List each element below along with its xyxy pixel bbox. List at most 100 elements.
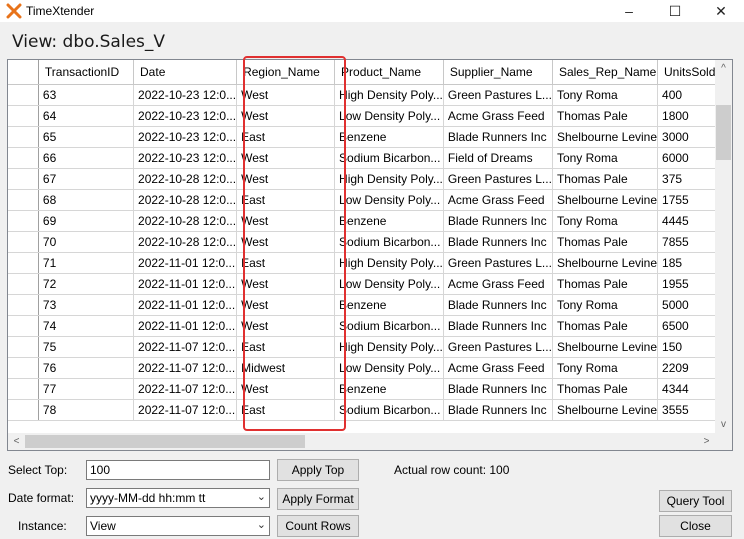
row-selector[interactable] bbox=[8, 105, 39, 127]
table-row[interactable]: 77 2022-11-07 12:0... West Benzene Blade Run… bbox=[8, 378, 732, 400]
cell-supplier-name[interactable]: Green Pastures L... bbox=[443, 336, 553, 358]
cell-transactionid[interactable]: 78 bbox=[38, 399, 135, 421]
cell-region-name[interactable]: West bbox=[236, 168, 336, 190]
cell-sales-rep-name[interactable]: Tony Roma bbox=[552, 147, 659, 169]
cell-date[interactable]: 2022-11-01 12:0... bbox=[133, 294, 238, 316]
scroll-up-icon[interactable]: ^ bbox=[715, 60, 732, 77]
chevron-down-icon[interactable]: ⌄ bbox=[257, 490, 266, 503]
cell-transactionid[interactable]: 66 bbox=[38, 147, 135, 169]
table-row[interactable]: 67 2022-10-28 12:0... West High Density Pol… bbox=[8, 168, 732, 190]
cell-product-name[interactable]: High Density Poly... bbox=[334, 252, 444, 274]
cell-date[interactable]: 2022-10-28 12:0... bbox=[133, 168, 238, 190]
grid-table[interactable]: TransactionID Date Region_Name Product_Name… bbox=[8, 60, 732, 421]
cell-date[interactable]: 2022-10-23 12:0... bbox=[133, 84, 238, 106]
cell-region-name[interactable]: Midwest bbox=[236, 357, 336, 379]
cell-product-name[interactable]: High Density Poly... bbox=[334, 168, 444, 190]
table-row[interactable]: 63 2022-10-23 12:0... West High Density Pol… bbox=[8, 84, 732, 106]
cell-product-name[interactable]: Low Density Poly... bbox=[334, 105, 444, 127]
table-row[interactable]: 74 2022-11-01 12:0... West Sodium Bicarbon.… bbox=[8, 315, 732, 337]
cell-supplier-name[interactable]: Blade Runners Inc bbox=[443, 126, 553, 148]
table-row[interactable]: 70 2022-10-28 12:0... West Sodium Bicarbon.… bbox=[8, 231, 732, 253]
cell-transactionid[interactable]: 65 bbox=[38, 126, 135, 148]
maximize-button[interactable]: ☐ bbox=[652, 0, 698, 22]
cell-supplier-name[interactable]: Green Pastures L... bbox=[443, 252, 553, 274]
close-button[interactable]: Close bbox=[659, 515, 732, 537]
cell-transactionid[interactable]: 75 bbox=[38, 336, 135, 358]
cell-sales-rep-name[interactable]: Shelbourne Levine bbox=[552, 336, 659, 358]
cell-date[interactable]: 2022-10-23 12:0... bbox=[133, 147, 238, 169]
row-selector[interactable] bbox=[8, 336, 39, 358]
query-tool-button[interactable]: Query Tool bbox=[659, 490, 732, 512]
cell-region-name[interactable]: East bbox=[236, 399, 336, 421]
scroll-right-icon[interactable]: > bbox=[698, 433, 715, 450]
cell-product-name[interactable]: Benzene bbox=[334, 126, 444, 148]
date-format-select[interactable]: yyyy-MM-dd hh:mm tt ⌄ bbox=[86, 488, 270, 508]
cell-sales-rep-name[interactable]: Thomas Pale bbox=[552, 168, 659, 190]
row-selector[interactable] bbox=[8, 231, 39, 253]
cell-supplier-name[interactable]: Field of Dreams bbox=[443, 147, 553, 169]
horizontal-scroll-thumb[interactable] bbox=[25, 435, 305, 448]
cell-sales-rep-name[interactable]: Thomas Pale bbox=[552, 231, 659, 253]
cell-date[interactable]: 2022-11-07 12:0... bbox=[133, 336, 238, 358]
cell-sales-rep-name[interactable]: Tony Roma bbox=[552, 357, 659, 379]
cell-supplier-name[interactable]: Green Pastures L... bbox=[443, 168, 553, 190]
cell-sales-rep-name[interactable]: Thomas Pale bbox=[552, 273, 659, 295]
cell-supplier-name[interactable]: Blade Runners Inc bbox=[443, 294, 553, 316]
cell-region-name[interactable]: East bbox=[236, 189, 336, 211]
cell-date[interactable]: 2022-10-28 12:0... bbox=[133, 231, 238, 253]
cell-supplier-name[interactable]: Blade Runners Inc bbox=[443, 231, 553, 253]
count-rows-button[interactable]: Count Rows bbox=[277, 515, 359, 537]
cell-supplier-name[interactable]: Acme Grass Feed bbox=[443, 105, 553, 127]
table-row[interactable]: 76 2022-11-07 12:0... Midwest Low Density P… bbox=[8, 357, 732, 379]
scroll-down-icon[interactable]: v bbox=[715, 416, 732, 433]
vertical-scroll-thumb[interactable] bbox=[716, 105, 731, 160]
cell-region-name[interactable]: West bbox=[236, 210, 336, 232]
column-header-transactionid[interactable]: TransactionID bbox=[38, 60, 135, 85]
table-row[interactable]: 69 2022-10-28 12:0... West Benzene Blade Run… bbox=[8, 210, 732, 232]
table-row[interactable]: 68 2022-10-28 12:0... East Low Density Poly… bbox=[8, 189, 732, 211]
cell-region-name[interactable]: West bbox=[236, 147, 336, 169]
data-grid[interactable]: TransactionID Date Region_Name Product_Name… bbox=[7, 59, 733, 451]
cell-supplier-name[interactable]: Blade Runners Inc bbox=[443, 378, 553, 400]
cell-transactionid[interactable]: 68 bbox=[38, 189, 135, 211]
row-selector[interactable] bbox=[8, 168, 39, 190]
cell-product-name[interactable]: High Density Poly... bbox=[334, 84, 444, 106]
cell-sales-rep-name[interactable]: Thomas Pale bbox=[552, 378, 659, 400]
cell-sales-rep-name[interactable]: Thomas Pale bbox=[552, 315, 659, 337]
row-selector[interactable] bbox=[8, 252, 39, 274]
cell-supplier-name[interactable]: Acme Grass Feed bbox=[443, 273, 553, 295]
cell-supplier-name[interactable]: Green Pastures L... bbox=[443, 84, 553, 106]
cell-region-name[interactable]: West bbox=[236, 231, 336, 253]
row-selector[interactable] bbox=[8, 315, 39, 337]
table-row[interactable]: 73 2022-11-01 12:0... West Benzene Blade Run… bbox=[8, 294, 732, 316]
select-top-input[interactable]: 100 bbox=[86, 460, 270, 480]
cell-sales-rep-name[interactable]: Tony Roma bbox=[552, 294, 659, 316]
cell-date[interactable]: 2022-11-07 12:0... bbox=[133, 378, 238, 400]
cell-supplier-name[interactable]: Blade Runners Inc bbox=[443, 210, 553, 232]
cell-region-name[interactable]: West bbox=[236, 294, 336, 316]
instance-select[interactable]: View ⌄ bbox=[86, 516, 270, 536]
cell-sales-rep-name[interactable]: Shelbourne Levine bbox=[552, 189, 659, 211]
cell-date[interactable]: 2022-11-01 12:0... bbox=[133, 273, 238, 295]
table-row[interactable]: 72 2022-11-01 12:0... West Low Density Poly… bbox=[8, 273, 732, 295]
cell-sales-rep-name[interactable]: Shelbourne Levine bbox=[552, 126, 659, 148]
cell-transactionid[interactable]: 64 bbox=[38, 105, 135, 127]
minimize-button[interactable]: – bbox=[606, 0, 652, 22]
cell-region-name[interactable]: West bbox=[236, 273, 336, 295]
cell-supplier-name[interactable]: Acme Grass Feed bbox=[443, 189, 553, 211]
cell-region-name[interactable]: West bbox=[236, 105, 336, 127]
cell-supplier-name[interactable]: Acme Grass Feed bbox=[443, 357, 553, 379]
cell-product-name[interactable]: Low Density Poly... bbox=[334, 189, 444, 211]
cell-date[interactable]: 2022-11-07 12:0... bbox=[133, 399, 238, 421]
row-selector[interactable] bbox=[8, 126, 39, 148]
cell-transactionid[interactable]: 72 bbox=[38, 273, 135, 295]
cell-transactionid[interactable]: 74 bbox=[38, 315, 135, 337]
row-selector[interactable] bbox=[8, 84, 39, 106]
cell-transactionid[interactable]: 67 bbox=[38, 168, 135, 190]
row-selector[interactable] bbox=[8, 357, 39, 379]
cell-date[interactable]: 2022-10-23 12:0... bbox=[133, 126, 238, 148]
cell-transactionid[interactable]: 69 bbox=[38, 210, 135, 232]
cell-sales-rep-name[interactable]: Thomas Pale bbox=[552, 105, 659, 127]
table-row[interactable]: 65 2022-10-23 12:0... East Benzene Blade Run… bbox=[8, 126, 732, 148]
cell-region-name[interactable]: East bbox=[236, 336, 336, 358]
